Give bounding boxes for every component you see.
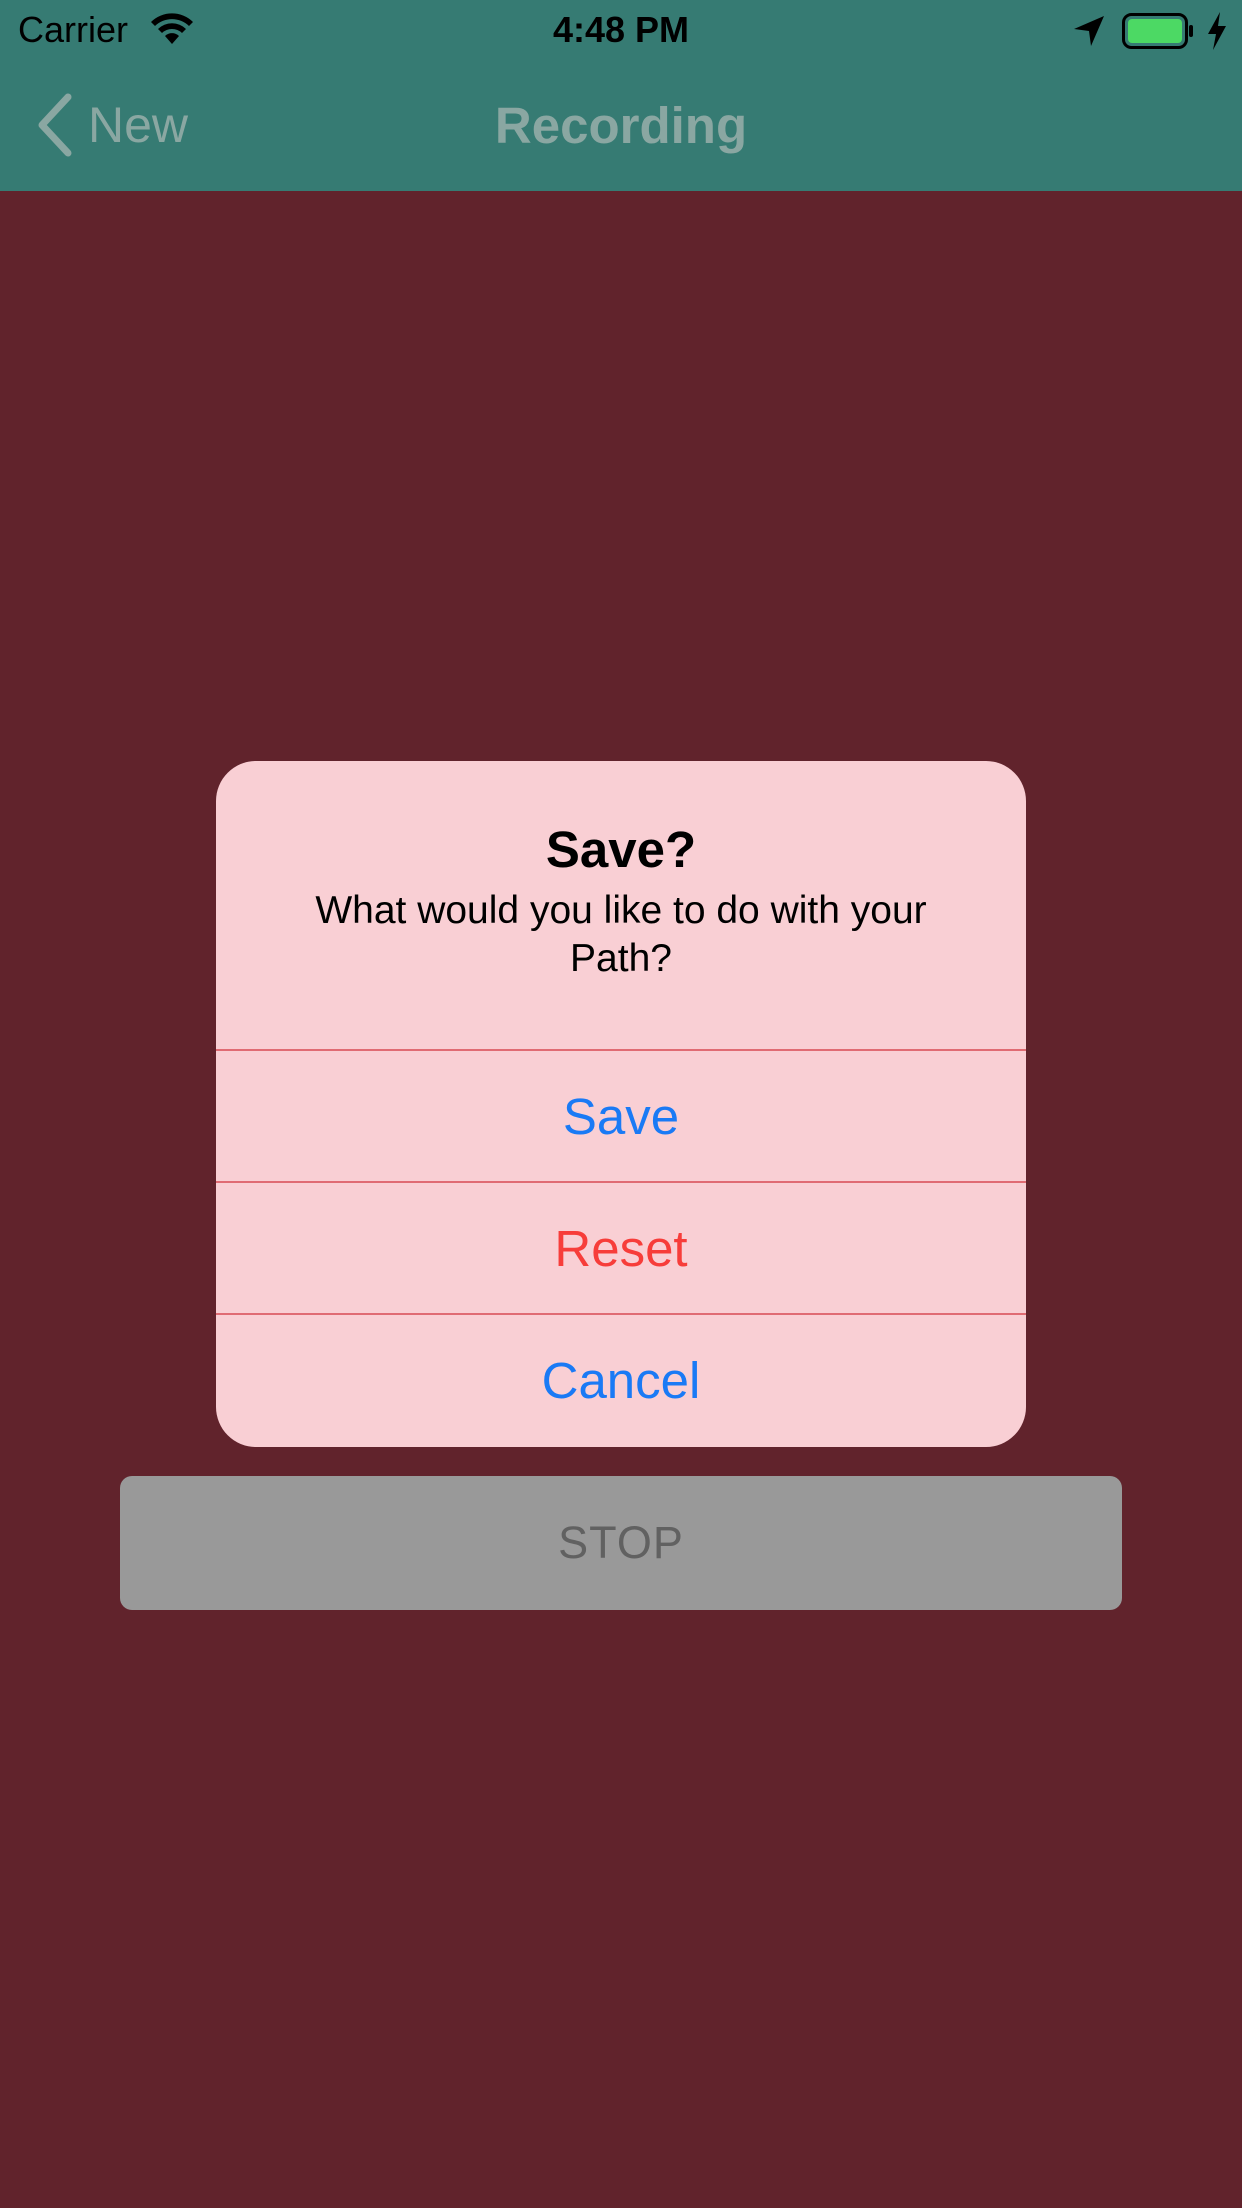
- battery-icon: [1122, 13, 1193, 49]
- save-alert-dialog: Save? What would you like to do with you…: [216, 761, 1026, 1447]
- status-time: 4:48 PM: [552, 9, 690, 50]
- reset-button[interactable]: Reset: [216, 1181, 1026, 1313]
- charging-bolt-icon: [1208, 12, 1226, 50]
- stop-button[interactable]: STOP: [120, 1476, 1122, 1610]
- alert-message: What would you like to do with your Path…: [315, 889, 927, 980]
- stop-button-label: STOP: [558, 1517, 684, 1568]
- alert-header: Save? What would you like to do with you…: [216, 761, 1026, 1049]
- alert-title: Save?: [545, 821, 697, 878]
- cancel-button[interactable]: Cancel: [216, 1313, 1026, 1445]
- navigation-bar: New Recording: [0, 60, 1242, 191]
- top-bar: Carrier 4:48 PM New Recording: [0, 0, 1242, 191]
- screen: Carrier 4:48 PM New Recording STOP Save?…: [0, 0, 1242, 2208]
- page-title: Recording: [494, 97, 748, 154]
- save-button[interactable]: Save: [216, 1049, 1026, 1181]
- location-arrow-icon: [1074, 16, 1104, 46]
- status-bar: Carrier 4:48 PM: [0, 0, 1242, 60]
